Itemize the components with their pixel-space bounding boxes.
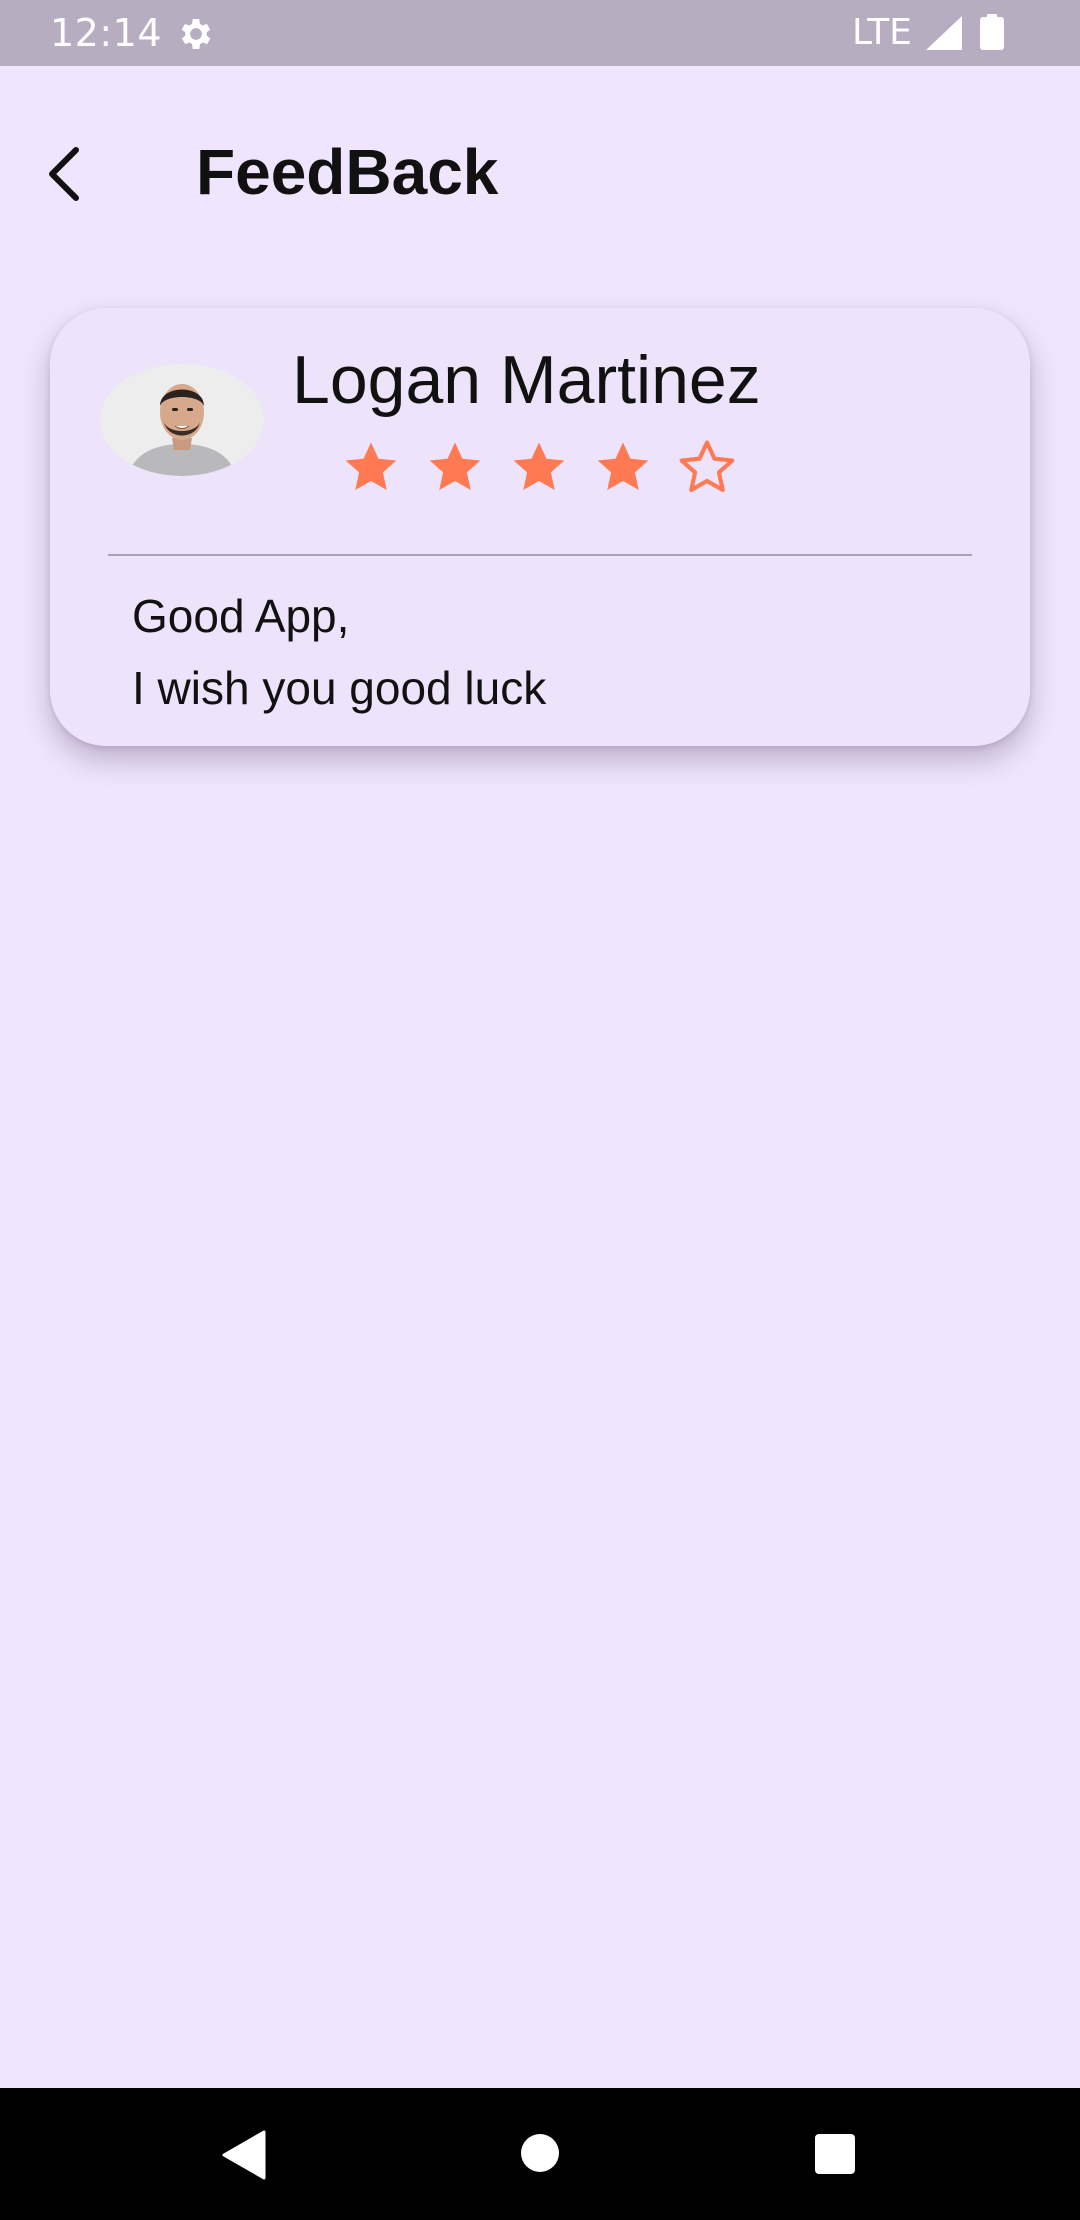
star-outline-icon: [679, 440, 735, 493]
chevron-left-icon: [49, 147, 79, 201]
card-divider: [108, 554, 972, 556]
star-rating: [340, 436, 738, 504]
feedback-comment-line-1: Good App,: [132, 590, 350, 642]
page-title: FeedBack: [196, 136, 499, 208]
reviewer-name: Logan Martinez: [292, 342, 761, 418]
settings-gear-icon: [181, 19, 211, 49]
cell-signal-icon: [926, 16, 962, 50]
status-bar: 12:14 LTE: [0, 0, 1080, 66]
star-filled-icon: [429, 442, 481, 490]
nav-back-icon[interactable]: [222, 2130, 266, 2180]
feedback-comment-line-2: I wish you good luck: [132, 662, 547, 714]
app-bar: FeedBack: [0, 66, 1080, 286]
network-type-label: LTE: [852, 12, 912, 53]
person-avatar-icon: [100, 364, 264, 476]
battery-icon: [980, 14, 1004, 50]
star-filled-icon: [513, 442, 565, 490]
nav-home-icon[interactable]: [520, 2133, 560, 2173]
status-time: 12:14: [50, 11, 163, 55]
feedback-card: Logan Martinez Good App, I wish you good…: [50, 308, 1030, 746]
star-filled-icon: [345, 442, 397, 490]
nav-recents-icon[interactable]: [814, 2133, 856, 2175]
reviewer-avatar: [100, 364, 264, 476]
star-filled-icon: [597, 442, 649, 490]
system-nav-bar: [0, 2088, 1080, 2220]
back-button[interactable]: [34, 136, 98, 212]
